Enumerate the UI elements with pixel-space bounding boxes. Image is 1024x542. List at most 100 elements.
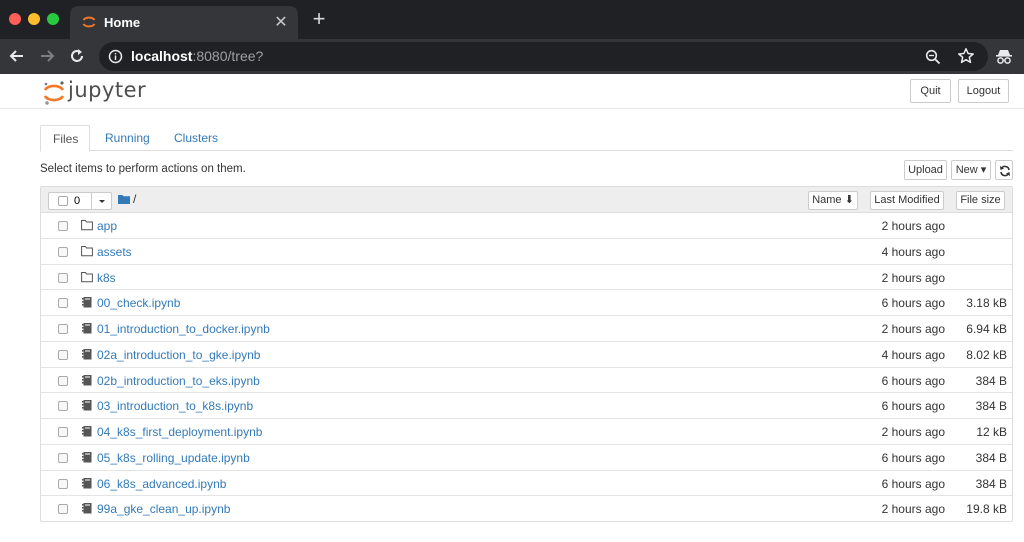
item-modified: 6 hours ago bbox=[881, 399, 945, 414]
row-checkbox[interactable] bbox=[58, 478, 68, 489]
list-item[interactable]: 01_introduction_to_docker.ipynb 2 hours a… bbox=[41, 316, 1012, 342]
incognito-extension-icon[interactable] bbox=[994, 47, 1014, 67]
item-size: 8.02 kB bbox=[966, 347, 1007, 362]
tab-files[interactable]: Files bbox=[40, 125, 90, 152]
item-size: 12 kB bbox=[976, 425, 1007, 439]
window-maximize-button[interactable] bbox=[47, 13, 59, 25]
selection-dropdown-caret[interactable] bbox=[91, 193, 112, 209]
list-item[interactable]: app 2 hours ago bbox=[41, 213, 1012, 239]
list-item[interactable]: 06_k8s_advanced.ipynb 6 hours ago 384 B bbox=[41, 471, 1012, 497]
sort-by-name-button[interactable]: Name ⬇ bbox=[808, 191, 858, 210]
tab-running[interactable]: Running bbox=[93, 125, 162, 151]
item-size: 384 B bbox=[975, 476, 1007, 491]
list-item[interactable]: 99a_gke_clean_up.ipynb 2 hours ago 19.8 kB bbox=[41, 496, 1012, 522]
list-header: 0 / Name ⬇ Last Modified File size bbox=[41, 187, 1012, 213]
item-name-link[interactable]: app bbox=[97, 219, 117, 233]
address-bar[interactable]: localhost:8080/tree? bbox=[99, 42, 988, 71]
logout-button[interactable]: Logout bbox=[958, 79, 1009, 103]
notebook-icon bbox=[82, 297, 92, 308]
item-name-link[interactable]: 03_introduction_to_k8s.ipynb bbox=[97, 399, 253, 413]
list-item[interactable]: assets 4 hours ago bbox=[41, 239, 1012, 265]
item-size: 19.8 kB bbox=[966, 502, 1007, 517]
select-all-group[interactable]: 0 bbox=[48, 192, 112, 210]
item-name-link[interactable]: 01_introduction_to_docker.ipynb bbox=[97, 322, 270, 336]
list-item[interactable]: 04_k8s_first_deployment.ipynb 2 hours ago… bbox=[41, 419, 1012, 445]
back-arrow-icon[interactable] bbox=[8, 47, 26, 65]
item-name-link[interactable]: assets bbox=[97, 245, 132, 259]
select-all-checkbox[interactable] bbox=[58, 196, 68, 206]
notebook-icon bbox=[82, 426, 92, 437]
row-checkbox[interactable] bbox=[58, 324, 68, 334]
row-checkbox[interactable] bbox=[58, 349, 68, 360]
item-size: 6.94 kB bbox=[966, 322, 1007, 336]
refresh-icon bbox=[1000, 165, 1010, 177]
notebook-icon bbox=[82, 400, 92, 411]
folder-icon bbox=[81, 271, 93, 282]
window-minimize-button[interactable] bbox=[28, 13, 40, 25]
browser-tab-home[interactable]: Home ✕ bbox=[70, 6, 298, 39]
browser-tab-title: Home bbox=[104, 15, 141, 30]
dashboard-tabs: Files Running Clusters bbox=[40, 125, 1013, 152]
item-name-link[interactable]: 02b_introduction_to_eks.ipynb bbox=[97, 374, 260, 388]
close-tab-icon[interactable]: ✕ bbox=[272, 12, 290, 32]
selected-count: 0 bbox=[74, 195, 81, 207]
item-name-link[interactable]: 05_k8s_rolling_update.ipynb bbox=[97, 451, 250, 465]
url-path: :8080/tree? bbox=[192, 48, 264, 64]
row-checkbox[interactable] bbox=[58, 504, 68, 515]
notebook-icon bbox=[82, 503, 92, 514]
row-checkbox[interactable] bbox=[58, 427, 68, 437]
item-name-link[interactable]: 04_k8s_first_deployment.ipynb bbox=[97, 425, 262, 439]
sort-by-modified-button[interactable]: Last Modified bbox=[870, 191, 944, 210]
item-name-link[interactable]: 00_check.ipynb bbox=[97, 296, 180, 310]
jupyter-wordmark[interactable]: jupyter bbox=[68, 78, 146, 102]
list-item[interactable]: 02b_introduction_to_eks.ipynb 6 hours ago… bbox=[41, 368, 1012, 394]
row-checkbox[interactable] bbox=[58, 401, 68, 412]
list-item[interactable]: 00_check.ipynb 6 hours ago 3.18 kB bbox=[41, 290, 1012, 316]
bookmark-star-icon[interactable] bbox=[957, 47, 975, 65]
tab-clusters[interactable]: Clusters bbox=[162, 125, 230, 151]
list-item[interactable]: 03_introduction_to_k8s.ipynb 6 hours ago 3… bbox=[41, 393, 1012, 419]
sort-by-size-button[interactable]: File size bbox=[956, 191, 1005, 210]
item-modified: 2 hours ago bbox=[881, 502, 945, 517]
item-modified: 2 hours ago bbox=[881, 425, 945, 439]
row-checkbox[interactable] bbox=[58, 298, 68, 309]
notebook-icon bbox=[82, 451, 92, 463]
item-size: 384 B bbox=[975, 399, 1007, 414]
zoom-icon[interactable] bbox=[925, 49, 941, 65]
item-name-link[interactable]: k8s bbox=[97, 271, 116, 285]
item-name-link[interactable]: 99a_gke_clean_up.ipynb bbox=[97, 502, 230, 516]
new-tab-icon[interactable]: + bbox=[308, 8, 330, 30]
instructions-text: Select items to perform actions on them. bbox=[40, 163, 246, 175]
refresh-button[interactable] bbox=[995, 160, 1013, 180]
row-checkbox[interactable] bbox=[58, 272, 68, 283]
row-checkbox[interactable] bbox=[58, 246, 68, 257]
folder-icon[interactable] bbox=[118, 194, 130, 204]
item-name-link[interactable]: 02a_introduction_to_gke.ipynb bbox=[97, 348, 260, 362]
list-item[interactable]: 05_k8s_rolling_update.ipynb 6 hours ago 38… bbox=[41, 445, 1012, 471]
row-checkbox[interactable] bbox=[58, 375, 68, 386]
item-name-link[interactable]: 06_k8s_advanced.ipynb bbox=[97, 477, 226, 491]
new-dropdown-button[interactable]: New ▾ bbox=[951, 160, 991, 180]
file-rows: app 2 hours ago assets 4 hours ago k8s 2 hour… bbox=[41, 213, 1012, 522]
breadcrumb-root[interactable]: / bbox=[133, 192, 136, 206]
list-item[interactable]: 02a_introduction_to_gke.ipynb 4 hours ago… bbox=[41, 342, 1012, 368]
url-text: localhost:8080/tree? bbox=[131, 48, 263, 64]
notebook-icon bbox=[82, 348, 92, 360]
item-size: 3.18 kB bbox=[966, 296, 1007, 311]
reload-icon[interactable] bbox=[68, 47, 86, 65]
row-checkbox[interactable] bbox=[58, 452, 68, 463]
item-modified: 4 hours ago bbox=[881, 244, 945, 259]
window-close-button[interactable] bbox=[9, 13, 21, 25]
quit-button[interactable]: Quit bbox=[910, 79, 951, 103]
forward-arrow-icon[interactable] bbox=[38, 47, 56, 65]
upload-button[interactable]: Upload bbox=[904, 160, 947, 180]
item-modified: 6 hours ago bbox=[881, 296, 945, 311]
list-item[interactable]: k8s 2 hours ago bbox=[41, 265, 1012, 291]
item-modified: 2 hours ago bbox=[881, 322, 945, 336]
jupyter-logo-icon[interactable] bbox=[42, 80, 66, 106]
site-info-icon[interactable] bbox=[108, 49, 123, 64]
row-checkbox[interactable] bbox=[58, 221, 68, 231]
item-modified: 4 hours ago bbox=[881, 347, 945, 362]
url-host: localhost bbox=[131, 48, 193, 64]
notebook-icon bbox=[82, 323, 92, 334]
